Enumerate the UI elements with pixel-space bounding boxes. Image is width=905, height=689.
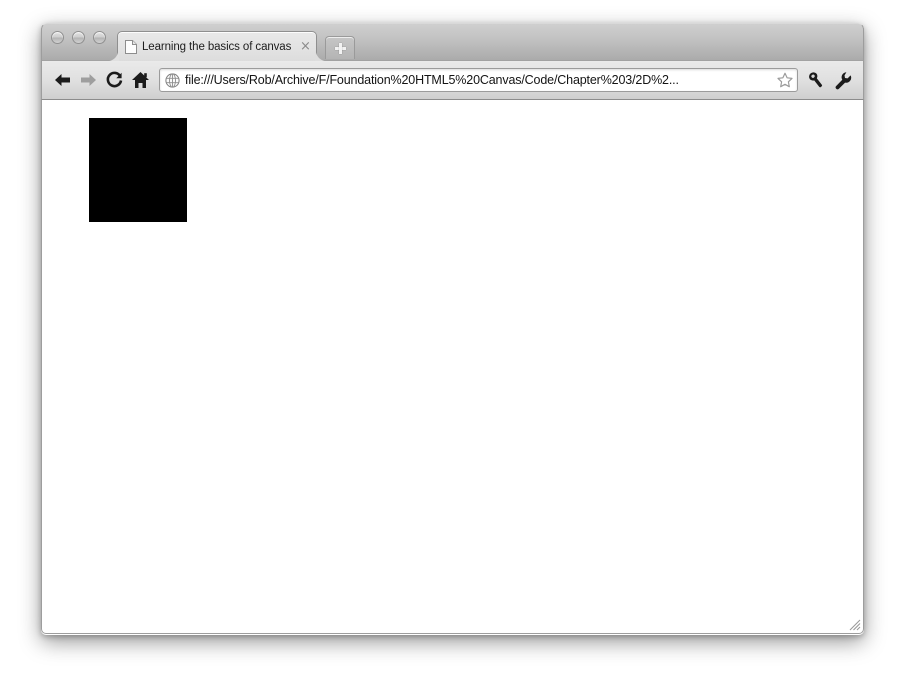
home-button[interactable]	[127, 67, 153, 93]
plus-icon	[334, 42, 346, 54]
tab-strip: Learning the basics of canvas ×	[41, 23, 864, 62]
tab-title: Learning the basics of canvas	[142, 41, 292, 53]
browser-toolbar: file:///Users/Rob/Archive/F/Foundation%2…	[41, 61, 864, 100]
zoom-window-button[interactable]	[93, 31, 106, 44]
browser-window: Learning the basics of canvas × file:///…	[41, 23, 864, 635]
reload-button[interactable]	[101, 67, 127, 93]
settings-wrench-button[interactable]	[829, 67, 856, 94]
new-tab-button[interactable]	[325, 36, 355, 59]
bookmark-star-icon[interactable]	[777, 72, 793, 88]
page-icon	[125, 40, 137, 54]
window-controls	[51, 31, 106, 44]
back-button[interactable]	[49, 67, 75, 93]
minimize-window-button[interactable]	[72, 31, 85, 44]
resize-grip[interactable]	[847, 617, 861, 631]
close-icon[interactable]: ×	[299, 39, 312, 54]
page-viewport	[41, 100, 864, 634]
url-text: file:///Users/Rob/Archive/F/Foundation%2…	[185, 73, 679, 87]
forward-button[interactable]	[75, 67, 101, 93]
address-bar[interactable]: file:///Users/Rob/Archive/F/Foundation%2…	[159, 68, 798, 92]
page-menu-button[interactable]	[802, 67, 829, 94]
globe-icon	[165, 72, 180, 88]
close-window-button[interactable]	[51, 31, 64, 44]
browser-tab[interactable]: Learning the basics of canvas ×	[117, 31, 317, 62]
canvas-element	[89, 118, 187, 222]
